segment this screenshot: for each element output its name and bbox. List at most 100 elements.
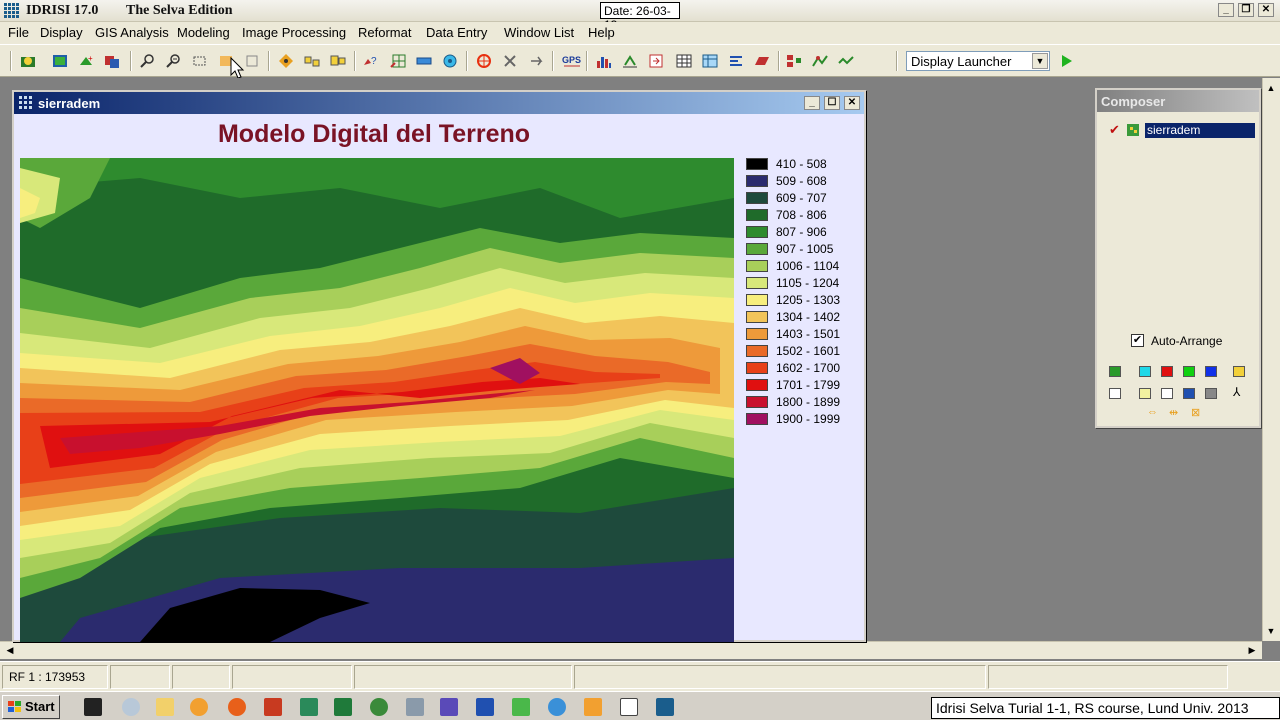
map-window-titlebar[interactable]: sierradem _ ☐ ✕ [14,92,864,114]
scroll-up-icon[interactable]: ▲ [1263,80,1279,96]
delete-feature-icon[interactable] [502,53,518,69]
composer-icon[interactable] [52,53,68,69]
cube-icon[interactable] [300,698,318,716]
dem-raster-image[interactable] [20,158,734,642]
add-layer-icon[interactable]: + [78,53,94,69]
auto-arrange-checkbox[interactable]: ✔ [1131,334,1144,347]
notes-icon[interactable] [440,698,458,716]
pan-left-right-icon[interactable]: ⇔ [1147,406,1158,418]
group-link-icon[interactable] [304,53,320,69]
add-layer-icon[interactable] [1109,366,1121,377]
macro-modeler-icon[interactable] [786,53,802,69]
measure-zone-icon[interactable] [442,53,458,69]
red-channel-icon[interactable] [1139,366,1151,377]
folder-icon[interactable] [156,698,174,716]
layer-properties-icon[interactable] [1233,366,1245,377]
idrisi-taskbar-icon[interactable] [656,698,674,716]
map-properties-icon[interactable] [1109,388,1121,399]
undo-icon[interactable] [528,53,544,69]
horizontal-scrollbar[interactable]: ◀ ▶ [0,641,1262,659]
vertical-scrollbar[interactable]: ▲ ▼ [1262,78,1280,641]
feature-icon[interactable]: ⅄ [1233,385,1240,399]
media-player-icon[interactable] [190,698,208,716]
zoom-out-icon[interactable] [166,53,182,69]
layer-list-item[interactable]: sierradem [1145,123,1255,138]
word-icon[interactable] [476,698,494,716]
minimize-icon[interactable]: _ [1218,3,1234,17]
firefox-icon[interactable] [228,698,246,716]
map-window[interactable]: sierradem _ ☐ ✕ Modelo Digital del Terre… [12,90,866,642]
scroll-down-icon[interactable]: ▼ [1263,623,1279,639]
database-workshop-icon[interactable] [676,53,692,69]
export-icon[interactable] [648,53,664,69]
paint-icon[interactable] [584,698,602,716]
close-icon[interactable]: ✕ [1258,3,1274,17]
profile-icon[interactable] [812,53,828,69]
green-channel-icon[interactable] [1183,366,1195,377]
scroll-right-icon[interactable]: ▶ [1244,642,1260,658]
disk-icon[interactable] [122,698,140,716]
menu-help[interactable]: Help [588,25,615,40]
chevron-down-icon[interactable]: ▼ [1032,53,1048,69]
composer-titlebar[interactable]: Composer [1097,90,1259,112]
menu-modeling[interactable]: Modeling [177,25,230,40]
feature-properties-icon[interactable] [278,53,294,69]
layer-visible-check-icon[interactable]: ✔ [1109,122,1120,138]
internet-explorer-icon[interactable] [548,698,566,716]
menu-gis-analysis[interactable]: GIS Analysis [95,25,169,40]
print-icon[interactable] [1205,388,1217,399]
image-calculator-icon[interactable] [622,53,638,69]
menu-window-list[interactable]: Window List [504,25,574,40]
command-prompt-icon[interactable] [84,698,102,716]
menu-display[interactable]: Display [40,25,83,40]
menu-file[interactable]: File [8,25,29,40]
map-minimize-icon[interactable]: _ [804,96,820,110]
excel-icon[interactable] [334,698,352,716]
pan-center-icon[interactable]: ⇹ [1169,406,1178,419]
window-icon[interactable] [620,698,638,716]
symbol-workshop-icon[interactable] [754,53,770,69]
measure-length-icon[interactable] [416,53,432,69]
restore-icon[interactable]: ❐ [1238,3,1254,17]
menu-reformat[interactable]: Reformat [358,25,411,40]
save-icon[interactable] [1183,388,1195,399]
query-icon[interactable]: ? [362,53,378,69]
zoom-window-icon[interactable] [192,53,208,69]
legend-swatch [746,294,768,306]
start-label: Start [25,699,55,714]
fit-view-icon[interactable]: ⊠ [1191,406,1200,419]
menu-data-entry[interactable]: Data Entry [426,25,487,40]
remove-layer-icon[interactable] [1161,388,1173,399]
map-maximize-icon[interactable]: ☐ [824,96,840,110]
legend-label: 1602 - 1700 [776,361,841,375]
turtle-icon[interactable] [370,698,388,716]
layer-properties-icon[interactable] [104,53,120,69]
pan-icon[interactable] [244,53,260,69]
metadata-icon[interactable] [702,53,718,69]
start-button[interactable]: Start [2,695,60,719]
new-layer-icon[interactable] [1139,388,1151,399]
legend-editor-icon[interactable] [728,53,744,69]
surface-icon[interactable] [838,53,854,69]
blue-channel-icon[interactable] [1205,366,1217,377]
legend-label: 1205 - 1303 [776,293,841,307]
map-layout-icon[interactable] [330,53,346,69]
red-channel-icon[interactable] [1161,366,1173,377]
menu-image-processing[interactable]: Image Processing [242,25,346,40]
display-launcher-icon[interactable] [20,53,36,69]
map-close-icon[interactable]: ✕ [844,96,860,110]
document-icon[interactable] [512,698,530,716]
run-play-icon[interactable] [1062,55,1072,67]
histogram-icon[interactable] [596,53,612,69]
zoom-in-icon[interactable] [140,53,156,69]
network-icon[interactable] [406,698,424,716]
scroll-left-icon[interactable]: ◀ [2,642,18,658]
digitize-icon[interactable] [390,53,406,69]
gps-icon[interactable]: GPS [562,53,582,69]
display-launcher-select[interactable]: Display Launcher [906,51,1050,71]
legend-swatch [746,396,768,408]
composer-panel[interactable]: Composer ✔ sierradem ✔ Auto-Arrange ⅄ ⇔ … [1095,88,1261,428]
cursor-inquiry-icon[interactable] [476,53,492,69]
legend-label: 708 - 806 [776,208,827,222]
app-icon[interactable] [264,698,282,716]
